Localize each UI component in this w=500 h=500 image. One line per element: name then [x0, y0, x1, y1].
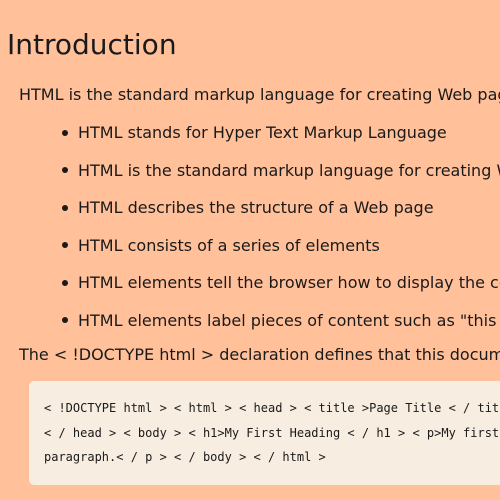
bullet-icon: [62, 317, 68, 324]
code-line: < / head > < body > < h1>My First Headin…: [44, 426, 500, 440]
list-item-text: HTML elements tell the browser how to di…: [78, 273, 500, 293]
document-page: Introduction HTML is the standard markup…: [0, 0, 500, 500]
intro-paragraph: HTML is the standard markup language for…: [19, 85, 500, 104]
list-item-text: HTML describes the structure of a Web pa…: [78, 198, 434, 218]
list-item-text: HTML elements label pieces of content su…: [78, 310, 500, 330]
bullet-icon: [62, 167, 68, 174]
list-item-text: HTML is the standard markup language for…: [78, 160, 500, 180]
list-item-text: HTML stands for Hyper Text Markup Langua…: [78, 123, 447, 142]
bullet-icon: [62, 279, 68, 286]
list-item-text: HTML consists of a series of elements: [78, 235, 380, 255]
bullet-icon: [62, 129, 68, 136]
doctype-paragraph: The < !DOCTYPE html > declaration define…: [19, 345, 500, 364]
code-line: paragraph.< / p > < / body > < / html >: [44, 450, 326, 464]
bullet-icon: [62, 242, 68, 249]
bullet-icon: [62, 204, 68, 211]
page-heading: Introduction: [7, 28, 177, 61]
code-block: < !DOCTYPE html > < html > < head > < ti…: [29, 381, 500, 485]
code-line: < !DOCTYPE html > < html > < head > < ti…: [44, 401, 500, 415]
